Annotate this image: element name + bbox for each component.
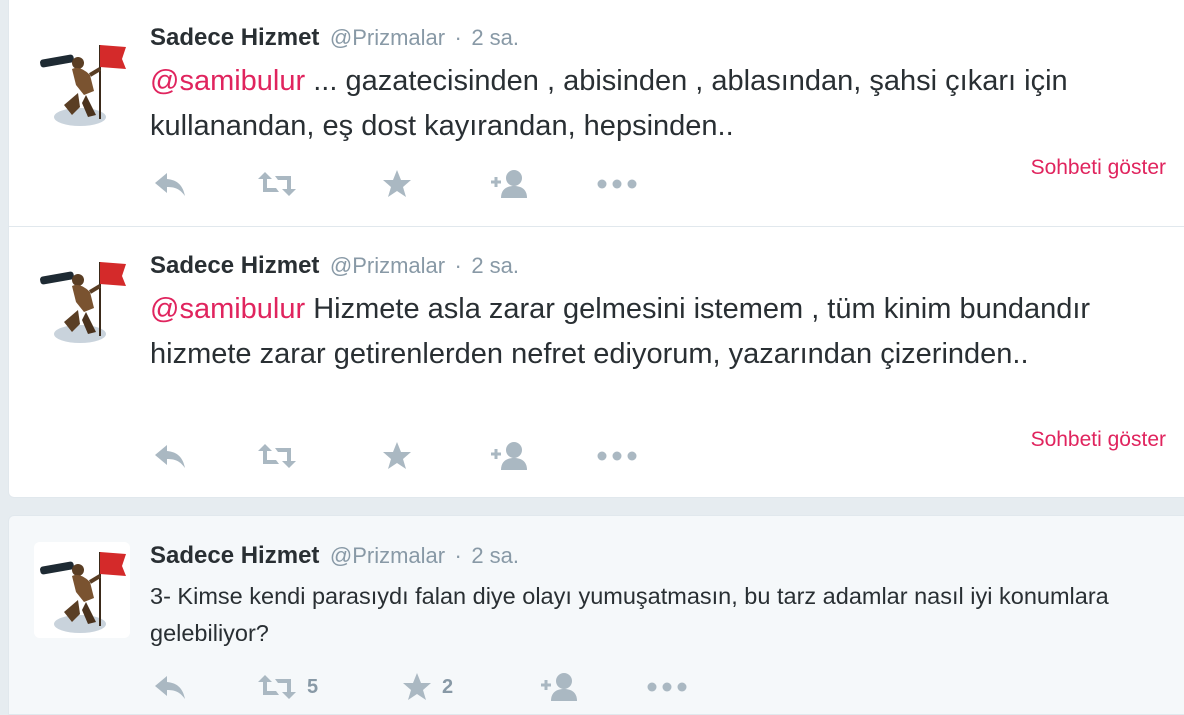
follow-icon [489, 169, 529, 199]
follow-button[interactable] [489, 436, 529, 476]
tweet[interactable]: Sadece Hizmet @Prizmalar · 2 sa. @samibu… [8, 226, 1184, 498]
reply-icon [153, 442, 187, 470]
author-handle[interactable]: @Prizmalar [330, 253, 445, 278]
author-name[interactable]: Sadece Hizmet [150, 252, 319, 279]
separator: · [454, 543, 462, 568]
author-name[interactable]: Sadece Hizmet [150, 542, 319, 569]
reply-icon [153, 673, 187, 701]
author-name[interactable]: Sadece Hizmet [150, 24, 319, 51]
more-button[interactable] [597, 436, 637, 476]
tweet-actions [150, 164, 1150, 204]
reply-button[interactable] [153, 436, 187, 476]
retweet-button[interactable] [257, 164, 307, 204]
avatar[interactable] [34, 252, 130, 348]
follow-button[interactable] [539, 667, 579, 707]
avatar[interactable] [34, 35, 130, 131]
follow-button[interactable] [489, 164, 529, 204]
retweet-count: 5 [307, 675, 319, 698]
favorite-button[interactable]: 2 [402, 667, 453, 707]
more-button[interactable] [597, 164, 637, 204]
favorite-button[interactable] [382, 164, 422, 204]
tweet-actions: 5 2 [150, 667, 1150, 707]
tweet[interactable]: Sadece Hizmet @Prizmalar · 2 sa. 3- Kims… [8, 515, 1184, 715]
author-handle[interactable]: @Prizmalar [330, 25, 445, 50]
tweet-header: Sadece Hizmet @Prizmalar · 2 sa. [150, 252, 519, 282]
retweet-button[interactable] [257, 436, 307, 476]
separator: · [454, 25, 462, 50]
follow-icon [489, 441, 529, 471]
separator: · [454, 253, 462, 278]
tweet-header: Sadece Hizmet @Prizmalar · 2 sa. [150, 24, 519, 54]
show-conversation-link[interactable]: Sohbeti göster [1031, 428, 1166, 452]
timeline: Sadece Hizmet @Prizmalar · 2 sa. @samibu… [8, 0, 1184, 715]
tweet-text: @samibulur ... gazatecisinden , abisinde… [150, 59, 1180, 149]
tweet-time[interactable]: 2 sa. [471, 253, 519, 278]
author-handle[interactable]: @Prizmalar [330, 543, 445, 568]
favorite-button[interactable] [382, 436, 422, 476]
reply-button[interactable] [153, 667, 187, 707]
follow-icon [539, 672, 579, 702]
tweet-text: 3- Kimse kendi parasıydı falan diye olay… [150, 583, 1109, 646]
avatar[interactable] [34, 542, 130, 638]
mention-link[interactable]: @samibulur [150, 293, 305, 325]
retweet-button[interactable]: 5 [257, 667, 318, 707]
more-button[interactable] [647, 667, 687, 707]
reply-button[interactable] [153, 164, 187, 204]
more-icon [597, 179, 637, 189]
mention-link[interactable]: @samibulur [150, 65, 305, 97]
tweet-actions [150, 436, 1150, 476]
tweet-header: Sadece Hizmet @Prizmalar · 2 sa. [150, 542, 519, 572]
retweet-icon [257, 442, 297, 470]
more-icon [597, 451, 637, 461]
star-icon [402, 672, 432, 702]
show-conversation-link[interactable]: Sohbeti göster [1031, 156, 1166, 180]
tweet-text: @samibulur Hizmete asla zarar gelmesini … [150, 287, 1110, 377]
star-icon [382, 441, 412, 471]
favorite-count: 2 [442, 675, 454, 698]
reply-icon [153, 170, 187, 198]
more-icon [647, 682, 687, 692]
tweet[interactable]: Sadece Hizmet @Prizmalar · 2 sa. @samibu… [8, 0, 1184, 226]
retweet-icon [257, 170, 297, 198]
tweet-time[interactable]: 2 sa. [471, 543, 519, 568]
retweet-icon [257, 673, 297, 701]
tweet-time[interactable]: 2 sa. [471, 25, 519, 50]
star-icon [382, 169, 412, 199]
